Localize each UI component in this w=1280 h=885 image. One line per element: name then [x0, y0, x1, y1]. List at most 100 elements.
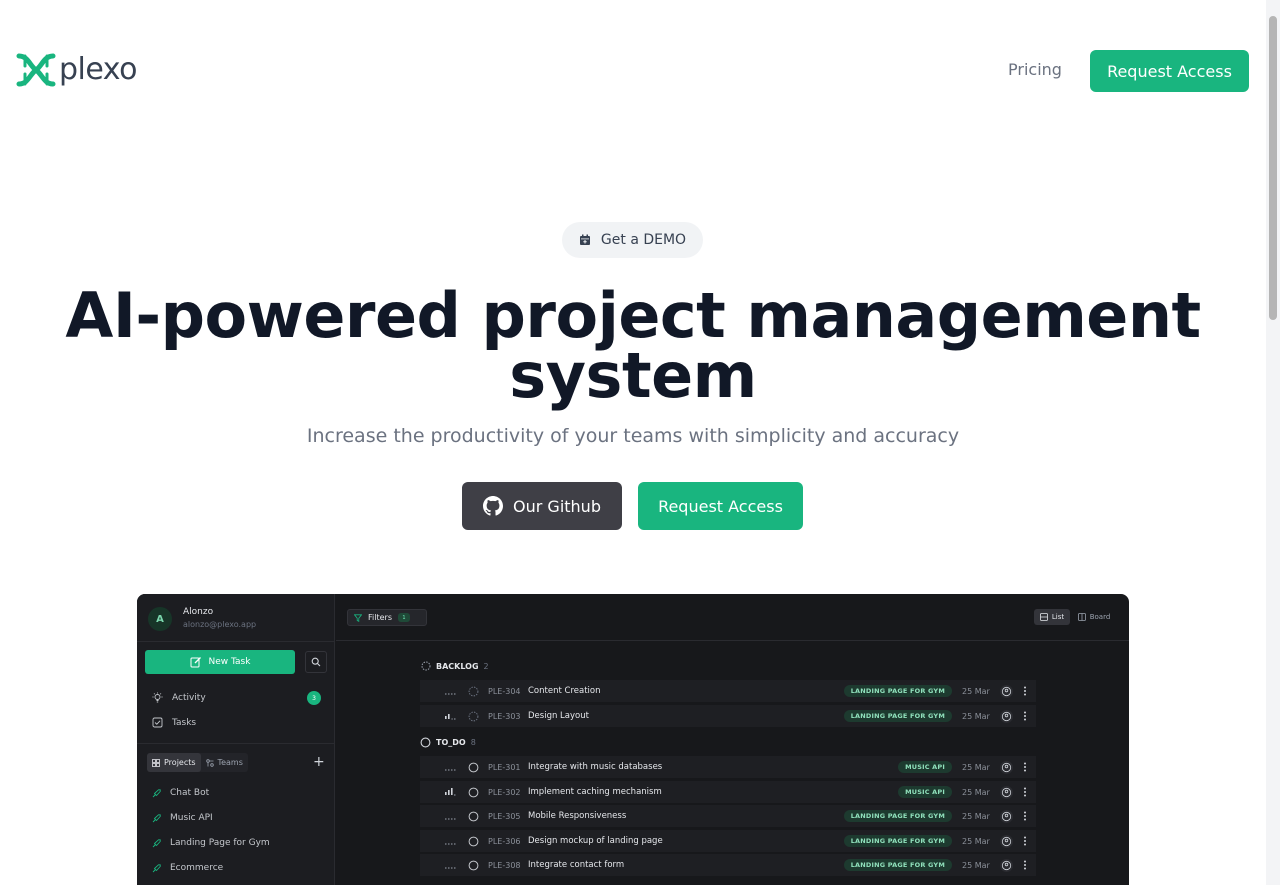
rocket-icon	[152, 838, 161, 847]
project-label-badge: MUSIC API	[898, 761, 952, 773]
app-main: Filters 1 List Board BACKLOG 2 PLE-304 C…	[336, 594, 1129, 885]
get-demo-pill[interactable]: Get a DEMO	[562, 222, 703, 258]
todo-status-icon	[420, 737, 431, 748]
app-sidebar: A Alonzo alonzo@plexo.app New Task Activ…	[137, 594, 335, 885]
tab-teams[interactable]: Teams	[201, 753, 248, 772]
task-row[interactable]: PLE-302 Implement caching mechanism MUSI…	[420, 781, 1036, 804]
task-title: Design mockup of landing page	[528, 836, 663, 846]
task-date: 25 Mar	[962, 711, 990, 721]
project-name: Landing Page for Gym	[170, 838, 270, 848]
task-row[interactable]: PLE-301 Integrate with music databases M…	[420, 756, 1036, 779]
task-row[interactable]: PLE-306 Design mockup of landing page LA…	[420, 830, 1036, 853]
user-icon[interactable]	[1000, 835, 1013, 848]
avatar[interactable]: A	[148, 607, 172, 631]
nav-pricing-link[interactable]: Pricing	[1008, 60, 1062, 80]
priority-none-icon	[445, 818, 456, 820]
more-vertical-icon[interactable]	[1023, 686, 1027, 696]
backlog-status-icon	[468, 711, 479, 722]
sidebar-search-button[interactable]	[305, 651, 327, 673]
project-name: Music API	[170, 813, 213, 823]
rocket-icon	[152, 813, 161, 822]
tab-projects[interactable]: Projects	[147, 753, 201, 772]
more-vertical-icon[interactable]	[1023, 787, 1027, 797]
scrollbar-thumb[interactable]	[1269, 16, 1277, 320]
sidebar-tabs: Projects Teams	[147, 753, 248, 772]
header-request-access-button[interactable]: Request Access	[1090, 50, 1249, 92]
task-title: Design Layout	[528, 711, 589, 721]
more-vertical-icon[interactable]	[1023, 836, 1027, 846]
user-icon[interactable]	[1000, 859, 1013, 872]
sidebar-item-tasks[interactable]: Tasks	[152, 717, 196, 728]
tab-label: Projects	[164, 758, 196, 767]
plexo-logo-icon	[16, 53, 56, 87]
todo-status-icon	[468, 787, 479, 798]
backlog-status-icon	[421, 661, 431, 671]
group-name: BACKLOG	[436, 661, 479, 671]
page-scrollbar[interactable]	[1266, 0, 1280, 885]
sidebar-divider	[137, 743, 335, 744]
group-count: 8	[470, 738, 476, 747]
view-board-toggle[interactable]: Board	[1073, 609, 1115, 625]
more-vertical-icon[interactable]	[1023, 860, 1027, 870]
user-icon[interactable]	[1000, 685, 1013, 698]
project-label-badge: LANDING PAGE FOR GYM	[843, 710, 952, 722]
rocket-icon	[152, 788, 161, 797]
task-title: Integrate with music databases	[528, 762, 663, 772]
project-name: Chat Bot	[170, 788, 210, 798]
task-title: Implement caching mechanism	[528, 787, 662, 797]
priority-high-icon	[445, 788, 456, 796]
project-label-badge: LANDING PAGE FOR GYM	[843, 859, 952, 871]
checkbox-icon	[152, 717, 163, 728]
project-label-badge: LANDING PAGE FOR GYM	[843, 835, 952, 847]
task-row[interactable]: PLE-305 Mobile Responsiveness LANDING PA…	[420, 805, 1036, 828]
task-title: Integrate contact form	[528, 860, 625, 870]
sidebar-item-activity[interactable]: Activity	[152, 692, 206, 703]
filter-count-badge: 1	[397, 613, 410, 622]
task-row[interactable]: PLE-304 Content Creation LANDING PAGE FO…	[420, 680, 1036, 703]
rocket-icon	[152, 863, 161, 872]
task-date: 25 Mar	[962, 860, 990, 870]
priority-medium-icon	[445, 714, 456, 720]
user-icon[interactable]	[1000, 786, 1013, 799]
sidebar-divider	[137, 641, 335, 642]
more-vertical-icon[interactable]	[1023, 711, 1027, 721]
task-id: PLE-301	[488, 762, 521, 772]
board-icon	[1077, 613, 1086, 621]
group-header-backlog[interactable]: BACKLOG 2	[421, 661, 489, 671]
task-title: Mobile Responsiveness	[528, 811, 627, 821]
hero-request-access-button[interactable]: Request Access	[638, 482, 803, 530]
new-task-button[interactable]: New Task	[145, 650, 295, 674]
priority-none-icon	[445, 867, 456, 869]
team-icon	[205, 758, 214, 767]
sidebar-item-label: Tasks	[172, 717, 197, 728]
project-item[interactable]: Music API	[152, 813, 213, 823]
view-list-toggle[interactable]: List	[1034, 609, 1070, 625]
group-header-to-do[interactable]: TO_DO 8	[420, 737, 476, 748]
more-vertical-icon[interactable]	[1023, 762, 1027, 772]
github-button[interactable]: Our Github	[462, 482, 622, 530]
task-row[interactable]: PLE-303 Design Layout LANDING PAGE FOR G…	[420, 705, 1036, 728]
task-date: 25 Mar	[962, 811, 990, 821]
backlog-status-icon	[468, 686, 479, 697]
bulb-icon	[152, 692, 163, 703]
project-label-badge: MUSIC API	[898, 786, 952, 798]
user-icon[interactable]	[1000, 710, 1013, 723]
task-id: PLE-305	[488, 811, 521, 821]
add-project-button[interactable]: +	[313, 755, 325, 769]
more-vertical-icon[interactable]	[1023, 811, 1027, 821]
project-item[interactable]: Chat Bot	[152, 788, 209, 798]
project-item[interactable]: Landing Page for Gym	[152, 838, 270, 848]
app-preview: A Alonzo alonzo@plexo.app New Task Activ…	[137, 594, 1129, 885]
user-icon[interactable]	[1000, 810, 1013, 823]
logo[interactable]: plexo	[16, 52, 138, 88]
task-id: PLE-308	[488, 860, 521, 870]
user-icon[interactable]	[1000, 761, 1013, 774]
project-label-badge: LANDING PAGE FOR GYM	[843, 685, 952, 697]
task-id: PLE-303	[488, 711, 521, 721]
user-email: alonzo@plexo.app	[183, 620, 257, 629]
project-item[interactable]: Ecommerce	[152, 863, 223, 873]
task-row[interactable]: PLE-308 Integrate contact form LANDING P…	[420, 854, 1036, 877]
get-demo-label: Get a DEMO	[600, 232, 687, 248]
filters-button[interactable]: Filters 1	[347, 609, 427, 626]
hero-subtitle: Increase the productivity of your teams …	[306, 425, 960, 447]
